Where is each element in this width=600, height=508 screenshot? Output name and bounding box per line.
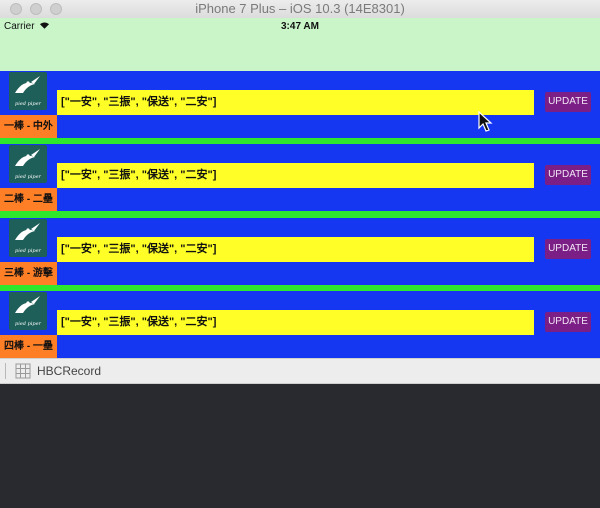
logo-text: pied piper: [15, 248, 41, 254]
logo-text: pied piper: [15, 174, 41, 180]
player-name-label: 四棒 - 一壘: [0, 335, 57, 358]
navigation-bar: [0, 36, 600, 71]
update-button[interactable]: UPDATE: [545, 92, 591, 112]
update-button[interactable]: UPDATE: [545, 312, 591, 332]
debug-bar: HBCRecord: [0, 358, 600, 384]
window-titlebar: iPhone 7 Plus – iOS 10.3 (14E8301): [0, 0, 600, 19]
debug-bar-divider: [5, 363, 6, 379]
list-item: pied piper 四棒 - 一壘 ["一安", "三振", "保送", "二…: [0, 291, 600, 358]
grid-icon[interactable]: [15, 363, 31, 379]
list-item: pied piper 三棒 - 游擊 ["一安", "三振", "保送", "二…: [0, 218, 600, 285]
pied-piper-bird-icon: [15, 76, 40, 93]
results-field[interactable]: ["一安", "三振", "保送", "二安"]: [57, 310, 534, 335]
pied-piper-bird-icon: [15, 223, 40, 240]
pied-piper-logo: pied piper: [9, 145, 47, 183]
results-field[interactable]: ["一安", "三振", "保送", "二安"]: [57, 237, 534, 262]
window-title: iPhone 7 Plus – iOS 10.3 (14E8301): [195, 1, 405, 16]
pied-piper-bird-icon: [15, 149, 40, 166]
player-name-label: 二棒 - 二壘: [0, 188, 57, 211]
status-time: 3:47 AM: [281, 21, 319, 32]
results-field[interactable]: ["一安", "三振", "保送", "二安"]: [57, 90, 534, 115]
list-item: pied piper 二棒 - 二壘 ["一安", "三振", "保送", "二…: [0, 144, 600, 211]
debug-target-label[interactable]: HBCRecord: [37, 364, 101, 378]
logo-text: pied piper: [15, 101, 41, 107]
player-name-label: 一棒 - 中外: [0, 115, 57, 138]
list-item: pied piper 一棒 - 中外 ["一安", "三振", "保送", "二…: [0, 71, 600, 138]
logo-text: pied piper: [15, 321, 41, 327]
update-button[interactable]: UPDATE: [545, 239, 591, 259]
results-field[interactable]: ["一安", "三振", "保送", "二安"]: [57, 163, 534, 188]
player-list: pied piper 一棒 - 中外 ["一安", "三振", "保送", "二…: [0, 71, 600, 358]
console-area: [0, 384, 600, 508]
player-name-label: 三棒 - 游擊: [0, 262, 57, 285]
pied-piper-logo: pied piper: [9, 292, 47, 330]
simulator-screen: Carrier 3:47 AM pied piper 一棒 - 中外 ["一安"…: [0, 18, 600, 358]
pied-piper-logo: pied piper: [9, 72, 47, 110]
update-button[interactable]: UPDATE: [545, 165, 591, 185]
pied-piper-bird-icon: [15, 296, 40, 313]
pied-piper-logo: pied piper: [9, 219, 47, 257]
status-bar: Carrier 3:47 AM: [0, 18, 600, 36]
mouse-cursor-icon: [478, 111, 493, 132]
